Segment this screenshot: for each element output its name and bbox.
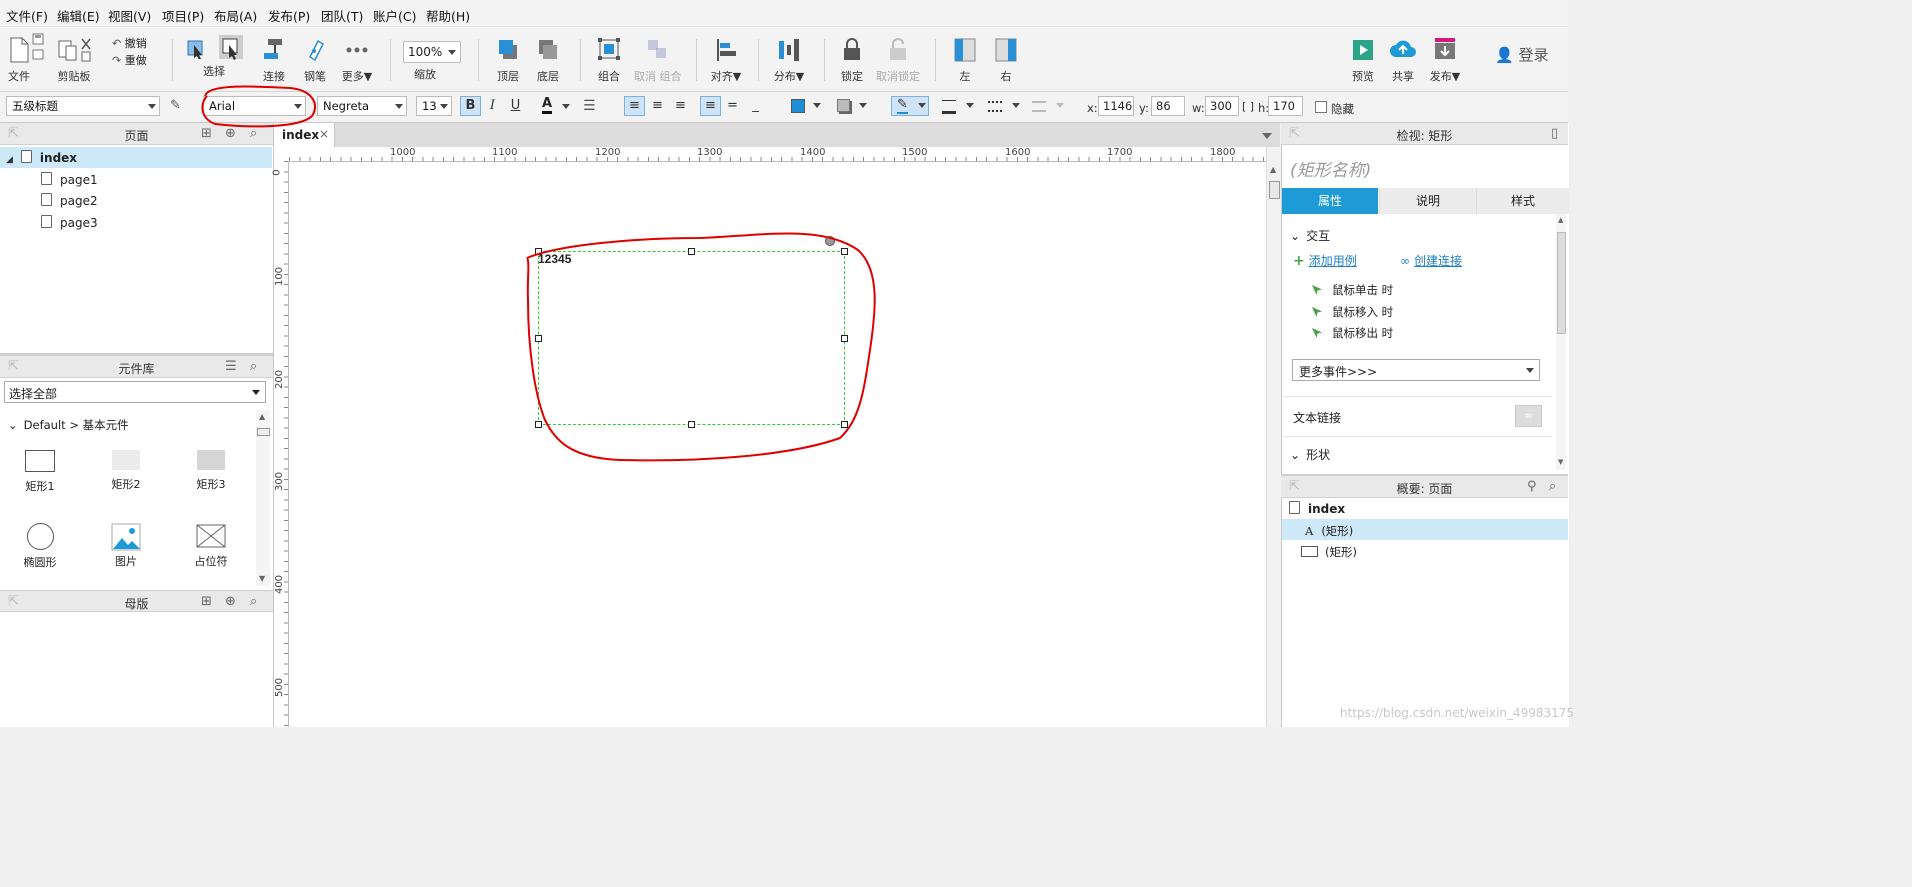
scroll-down-icon: ▼ [1558, 458, 1564, 466]
add-case-link[interactable]: + 添加用例 [1293, 252, 1357, 269]
chevron-down-icon: ⌄ [1290, 448, 1301, 462]
notes-page-icon[interactable]: ▯ [1551, 126, 1558, 141]
event-mouseleave[interactable]: 鼠标移出 时 [1312, 325, 1393, 341]
more-events-select[interactable]: 更多事件>>> [1292, 359, 1540, 381]
outline-root[interactable]: index [1289, 501, 1345, 516]
interaction-section[interactable]: ⌄ 交互 [1290, 227, 1330, 244]
cursor-event-icon [1312, 307, 1322, 317]
scroll-thumb [1557, 232, 1566, 334]
event-onclick[interactable]: 鼠标单击 时 [1312, 282, 1393, 298]
scroll-up-icon: ▲ [1558, 216, 1564, 224]
outline-item[interactable]: (矩形) [1301, 544, 1357, 560]
link-icon: ∞ [1523, 409, 1534, 422]
plus-icon: + [1293, 253, 1305, 269]
filter-icon[interactable]: ⚲ [1527, 479, 1537, 494]
annotation-circle-font [201, 85, 317, 128]
tab-style[interactable]: 样式 [1476, 188, 1569, 214]
text-link-button[interactable]: ∞ [1515, 405, 1542, 427]
shape-section[interactable]: ⌄ 形状 [1290, 446, 1330, 463]
chevron-down-icon [1526, 368, 1534, 373]
rectangle-icon [1301, 546, 1318, 557]
search-icon[interactable]: ⌕ [1549, 479, 1556, 494]
link-icon: ∞ [1400, 254, 1410, 268]
cursor-event-icon [1312, 328, 1322, 338]
widget-name-field[interactable]: (矩形名称) [1290, 156, 1371, 181]
create-link-link[interactable]: ∞ 创建连接 [1400, 252, 1462, 269]
tab-properties[interactable]: 属性 [1282, 188, 1378, 214]
text-widget-icon: A [1305, 524, 1314, 538]
tab-notes[interactable]: 说明 [1379, 188, 1476, 214]
event-mouseenter[interactable]: 鼠标移入 时 [1312, 304, 1393, 320]
inspector-scrollbar[interactable]: ▲ ▼ [1556, 214, 1566, 470]
watermark: https://blog.csdn.net/weixin_49983175 [1340, 706, 1575, 720]
inspector-header: ⇱ 检视: 矩形 ▯ [1281, 123, 1568, 145]
annotation-circle-shape [526, 232, 876, 462]
cursor-event-icon [1312, 285, 1322, 295]
page-icon [1289, 501, 1300, 514]
chevron-down-icon: ⌄ [1290, 229, 1301, 243]
outline-item[interactable]: A (矩形) [1305, 523, 1353, 539]
outline-header: ⇱ 概要: 页面 ⚲ ⌕ [1281, 474, 1568, 498]
